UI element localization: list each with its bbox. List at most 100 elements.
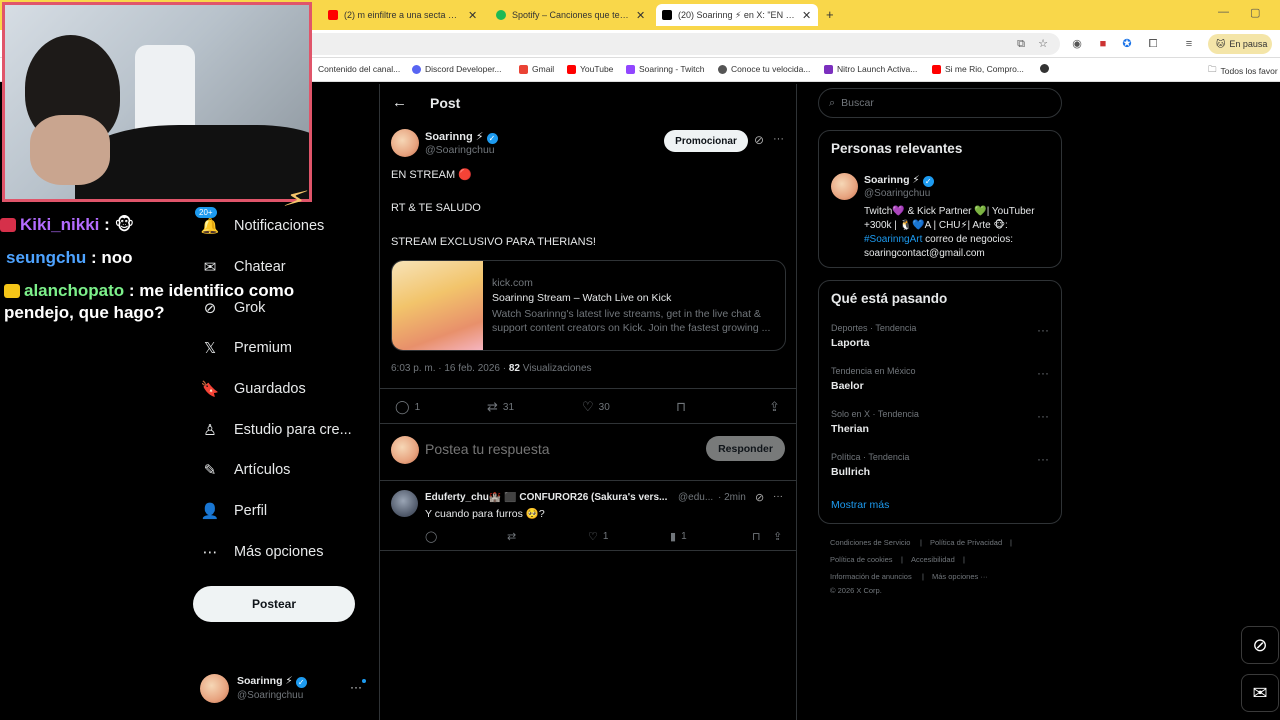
post-author-handle[interactable]: @Soaringchuu bbox=[425, 144, 495, 156]
footer-link[interactable]: Política de cookies bbox=[830, 555, 893, 564]
page-title: Post bbox=[430, 95, 461, 111]
unread-dot bbox=[362, 679, 366, 683]
reply-handle: @edu... bbox=[678, 492, 714, 503]
footer-link[interactable]: Más opciones ··· bbox=[932, 572, 988, 581]
grok-icon: ⊘ bbox=[203, 300, 217, 317]
media-icon[interactable]: ≡ bbox=[1182, 37, 1196, 51]
maximize-icon[interactable]: ▢ bbox=[1250, 6, 1260, 19]
bookmark-action[interactable]: ⊓ bbox=[676, 399, 686, 415]
folder-icon: 🗀 bbox=[1208, 64, 1217, 74]
footer-link[interactable]: Accesibilidad bbox=[911, 555, 955, 564]
browser-tab[interactable]: Spotify – Canciones que te gust ✕ bbox=[490, 4, 655, 26]
share-icon: ⇪ bbox=[769, 399, 780, 414]
reply-author[interactable]: Eduferty_chu🏰 ⬛ CONFUROR26 (Sakura's ver… bbox=[425, 492, 677, 503]
extension-icon[interactable]: ✪ bbox=[1120, 37, 1134, 51]
star-icon[interactable]: ☆ bbox=[1036, 37, 1050, 51]
close-icon[interactable]: ✕ bbox=[636, 9, 645, 22]
bookmark[interactable] bbox=[1040, 64, 1049, 73]
share-action[interactable]: ⇪ bbox=[769, 399, 780, 415]
bookmark[interactable]: Gmail bbox=[519, 64, 554, 74]
nav-chat[interactable]: ✉ Chatear bbox=[200, 252, 286, 282]
more-icon[interactable]: ··· bbox=[773, 133, 784, 145]
share-action[interactable]: ⇪ bbox=[773, 530, 782, 543]
reply-action[interactable]: ◯ bbox=[425, 530, 437, 543]
close-icon[interactable]: ✕ bbox=[468, 9, 477, 22]
show-more-link[interactable]: Mostrar más bbox=[831, 499, 889, 511]
install-icon[interactable]: ⧉ bbox=[1014, 37, 1028, 51]
like-action[interactable]: ♡ 30 bbox=[582, 399, 610, 415]
minimize-icon[interactable]: — bbox=[1218, 6, 1229, 18]
browser-tab[interactable]: (2) m einfiltre a una secta en ro ✕ bbox=[322, 4, 492, 26]
card-title: Qué está pasando bbox=[831, 291, 948, 306]
like-action[interactable]: ♡ 1 bbox=[588, 530, 608, 543]
reply-input[interactable] bbox=[425, 439, 655, 459]
nitro-icon bbox=[824, 64, 833, 74]
trend-item[interactable]: Tendencia en México Baelor ··· bbox=[831, 366, 1051, 392]
more-icon[interactable]: ··· bbox=[1037, 366, 1049, 380]
avatar[interactable] bbox=[391, 129, 419, 157]
repost-action[interactable]: ⇄ 31 bbox=[487, 399, 514, 415]
reply-submit-button[interactable]: Responder bbox=[706, 436, 785, 461]
bookmark[interactable]: Conoce tu velocida... bbox=[718, 64, 810, 74]
bookmark-action[interactable]: ⊓ bbox=[752, 530, 761, 543]
views-action[interactable]: ▮ 1 bbox=[670, 530, 687, 543]
footer-link[interactable]: Condiciones de Servicio bbox=[830, 538, 910, 547]
nav-articles[interactable]: ✎ Artículos bbox=[200, 455, 291, 485]
footer-link[interactable]: Política de Privacidad bbox=[930, 538, 1002, 547]
more-icon[interactable]: ··· bbox=[1037, 452, 1049, 466]
bookmark[interactable]: Si me Rio, Compro... bbox=[932, 64, 1024, 74]
footer-link[interactable]: Información de anuncios bbox=[830, 572, 912, 581]
bookmark[interactable]: Nitro Launch Activa... bbox=[824, 64, 917, 74]
nav-notifications[interactable]: 🔔 20+ Notificaciones bbox=[195, 207, 324, 241]
grok-icon: ⊘ bbox=[1252, 634, 1268, 655]
trend-item[interactable]: Solo en X · Tendencia Therian ··· bbox=[831, 409, 1051, 435]
trend-item[interactable]: Política · Tendencia Bullrich ··· bbox=[831, 452, 1051, 478]
more-icon[interactable]: ··· bbox=[1037, 409, 1049, 423]
more-icon[interactable]: ··· bbox=[1037, 323, 1049, 337]
search-box[interactable]: ⌕ Buscar bbox=[818, 88, 1062, 118]
nav-profile[interactable]: 👤 Perfil bbox=[200, 496, 267, 526]
more-icon[interactable]: ··· bbox=[773, 491, 783, 502]
avatar bbox=[391, 436, 419, 464]
post-author-name[interactable]: Soarinng ⚡ ✓ bbox=[425, 130, 498, 144]
webcam-person-body bbox=[75, 125, 309, 199]
messages-float-button[interactable]: ✉ bbox=[1241, 674, 1279, 712]
grok-icon[interactable]: ⊘ bbox=[755, 491, 764, 504]
bookmark[interactable]: Contenido del canal... bbox=[318, 64, 400, 74]
bookmark[interactable]: Soarinng - Twitch bbox=[626, 64, 705, 74]
bookmark[interactable]: Discord Developer... bbox=[412, 64, 502, 74]
bookmark[interactable]: YouTube bbox=[567, 64, 613, 74]
studio-icon: ♙ bbox=[203, 422, 217, 439]
more-circle-icon: ⋯ bbox=[202, 544, 218, 561]
nav-premium[interactable]: 𝕏 Premium bbox=[200, 333, 292, 363]
account-switcher[interactable]: Soarinng ⚡ ✓ @Soaringchuu ··· bbox=[200, 674, 370, 706]
address-bar[interactable] bbox=[300, 33, 1060, 55]
globe-icon bbox=[1040, 64, 1049, 73]
puzzle-icon[interactable]: ⧠ bbox=[1146, 37, 1160, 51]
relevant-name[interactable]: Soarinng ⚡ ✓ bbox=[864, 174, 934, 187]
close-icon[interactable]: ✕ bbox=[802, 9, 811, 22]
nav-bookmarks[interactable]: 🔖 Guardados bbox=[200, 374, 306, 404]
back-arrow-icon[interactable]: ← bbox=[392, 94, 407, 111]
pause-button[interactable]: 🐱 En pausa bbox=[1208, 34, 1272, 54]
post-button[interactable]: Postear bbox=[193, 586, 355, 622]
browser-tab-active[interactable]: (20) Soarinng ⚡ en X: "EN STR ✕ bbox=[656, 4, 818, 26]
article-icon: ✎ bbox=[203, 462, 217, 479]
repost-action[interactable]: ⇄ bbox=[507, 530, 516, 543]
extension-icon[interactable]: ■ bbox=[1096, 37, 1110, 51]
extension-icon[interactable]: ◉ bbox=[1070, 37, 1084, 51]
hashtag-link[interactable]: #SoarinngArt bbox=[864, 234, 922, 245]
nav-creator-studio[interactable]: ♙ Estudio para cre... bbox=[200, 415, 351, 445]
nav-more-options[interactable]: ⋯ Más opciones bbox=[200, 537, 324, 567]
link-card[interactable]: kick.com Soarinng Stream – Watch Live on… bbox=[391, 260, 786, 351]
trend-item[interactable]: Deportes · Tendencia Laporta ··· bbox=[831, 323, 1051, 349]
copyright: © 2026 X Corp. bbox=[830, 586, 882, 595]
grok-icon[interactable]: ⊘ bbox=[754, 133, 764, 147]
avatar[interactable] bbox=[831, 173, 858, 200]
all-favorites[interactable]: 🗀 Todos los favor bbox=[1208, 64, 1278, 78]
grok-float-button[interactable]: ⊘ bbox=[1241, 626, 1279, 664]
nav-grok[interactable]: ⊘ Grok bbox=[200, 293, 266, 323]
promote-button[interactable]: Promocionar bbox=[664, 130, 748, 152]
new-tab-button[interactable]: + bbox=[826, 7, 834, 22]
reply-action[interactable]: ◯ 1 bbox=[395, 399, 420, 415]
